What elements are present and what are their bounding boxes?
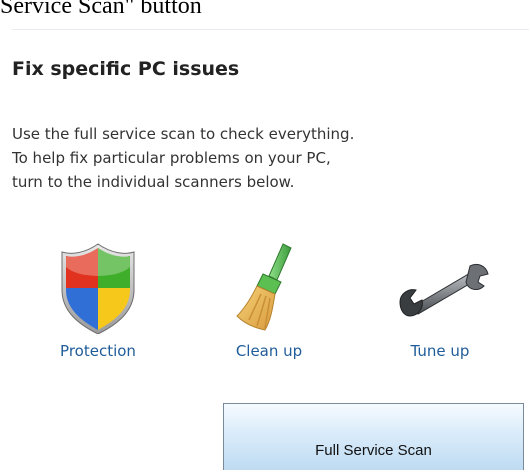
section-title: Fix specific PC issues <box>12 58 240 80</box>
divider <box>12 29 529 30</box>
tool-tuneup[interactable]: Tune up <box>370 236 510 360</box>
description-line: Use the full service scan to check every… <box>12 125 355 143</box>
fix-pc-issues-panel: Service Scan" button Fix specific PC iss… <box>0 0 529 470</box>
tuneup-link[interactable]: Tune up <box>370 342 510 360</box>
description-line: turn to the individual scanners below. <box>12 173 295 191</box>
cropped-caption: Service Scan" button <box>0 0 202 19</box>
wrench-icon[interactable] <box>380 236 500 334</box>
broom-icon[interactable] <box>209 236 329 334</box>
cleanup-link[interactable]: Clean up <box>199 342 339 360</box>
full-service-scan-button[interactable]: Full Service Scan <box>223 403 524 470</box>
tool-protection[interactable]: Protection <box>28 236 168 360</box>
protection-link[interactable]: Protection <box>28 342 168 360</box>
tool-cleanup[interactable]: Clean up <box>199 236 339 360</box>
shield-icon[interactable] <box>38 236 158 334</box>
section-description: Use the full service scan to check every… <box>12 122 527 194</box>
description-line: To help fix particular problems on your … <box>12 149 331 167</box>
